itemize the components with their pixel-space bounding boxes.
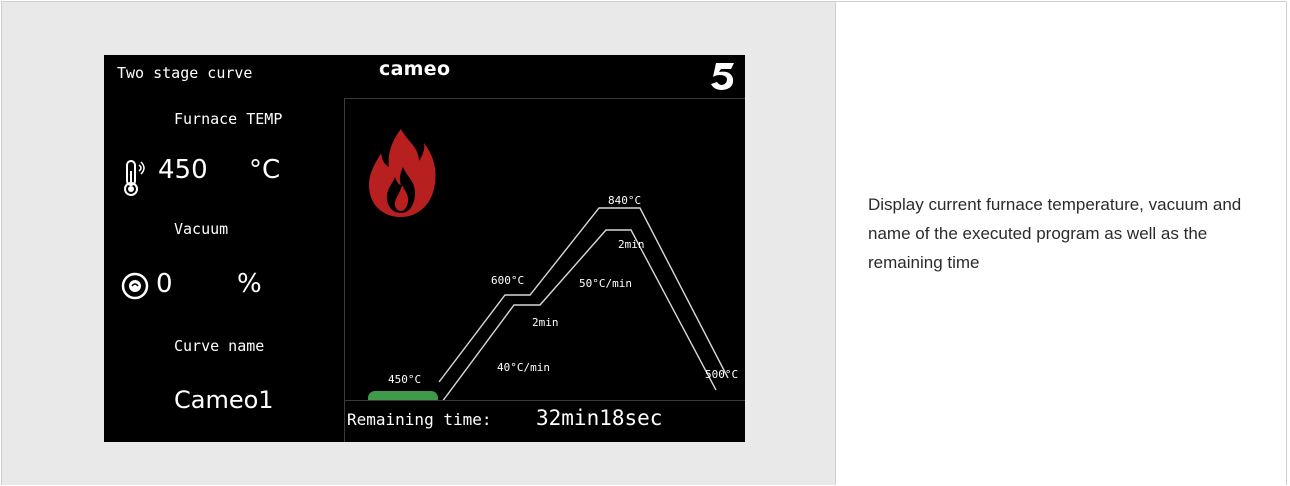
footer-divider — [344, 400, 745, 401]
curve-end-temp: 500°C — [705, 368, 738, 381]
content-table: Two stage curve cameo Furnace TEMP 450 °… — [1, 1, 1287, 485]
back-arrow-icon[interactable] — [704, 60, 738, 92]
header-divider — [344, 98, 745, 99]
remaining-time-value: 32min18sec — [536, 406, 663, 430]
furnace-temp-value: 450 — [158, 155, 208, 185]
curve-stage2-temp: 840°C — [608, 194, 641, 207]
curve-outline-lower — [442, 229, 717, 400]
program-title: Two stage curve — [117, 64, 253, 82]
description-text: Display current furnace temperature, vac… — [868, 195, 1242, 272]
curve-stage1-dwell: 2min — [532, 316, 559, 329]
curve-start-temp: 450°C — [388, 373, 421, 386]
furnace-temp-label: Furnace TEMP — [174, 110, 283, 128]
image-cell: Two stage curve cameo Furnace TEMP 450 °… — [2, 2, 836, 485]
curve-stage2-rate: 50°C/min — [579, 277, 632, 290]
curve-progress-bar — [368, 391, 438, 400]
curve-name-value: Cameo1 — [174, 386, 274, 414]
furnace-temp-unit: °C — [249, 155, 281, 185]
thermometer-icon — [124, 160, 145, 196]
curve-outline-upper — [438, 207, 729, 383]
curve-stage1-temp: 600°C — [491, 274, 524, 287]
brand-logo: cameo — [379, 58, 451, 80]
vacuum-icon — [121, 272, 149, 300]
vacuum-unit: % — [237, 269, 262, 299]
furnace-display: Two stage curve cameo Furnace TEMP 450 °… — [104, 55, 745, 442]
curve-stage2-dwell: 2min — [618, 238, 645, 251]
curve-name-label: Curve name — [174, 337, 265, 355]
firing-curve: 450°C 4min 40°C/min 600°C 2min 50°C/min … — [368, 194, 738, 400]
caption-cell: Display current furnace temperature, vac… — [836, 2, 1286, 485]
remaining-time-label: Remaining time: — [347, 410, 492, 429]
vacuum-label: Vacuum — [174, 220, 229, 238]
vacuum-value: 0 — [156, 269, 173, 299]
curve-stage1-rate: 40°C/min — [497, 361, 550, 374]
